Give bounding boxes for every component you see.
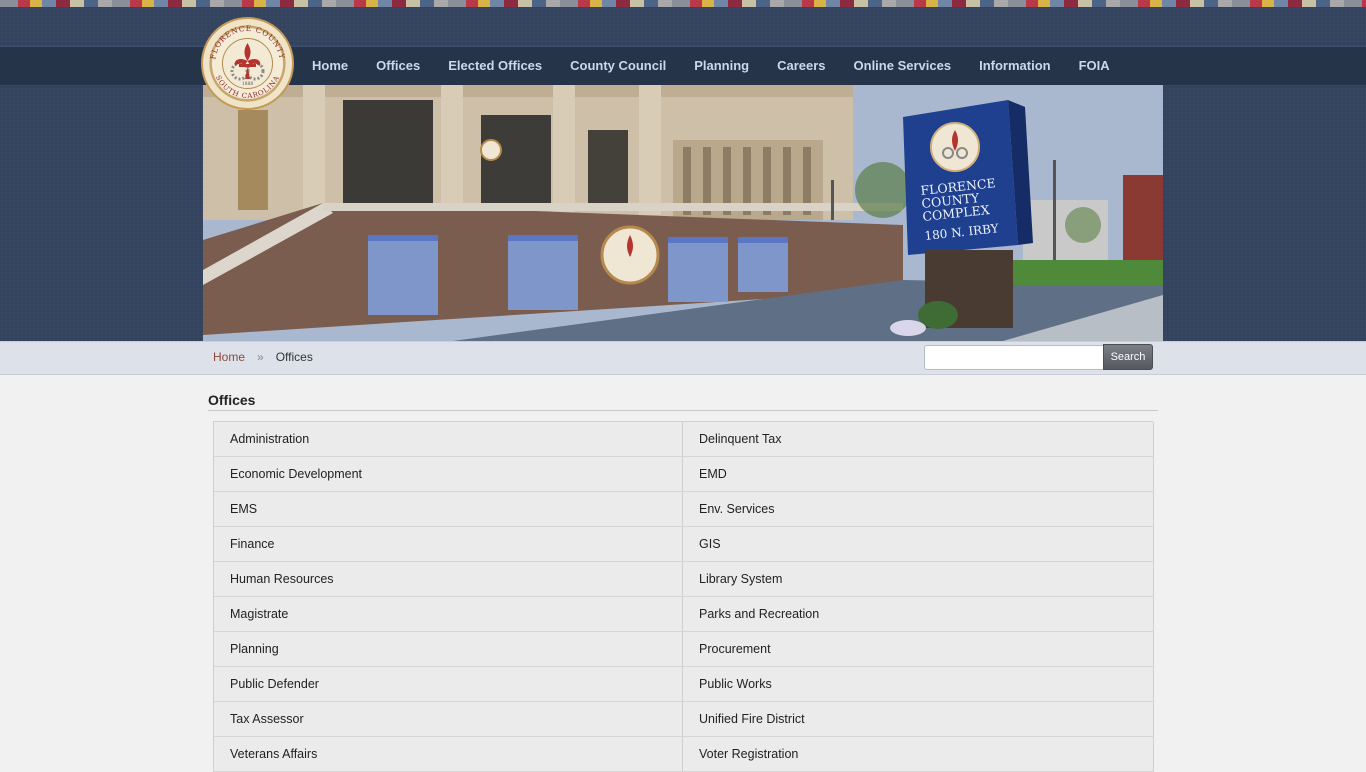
office-link[interactable]: EMS bbox=[214, 492, 683, 527]
nav-county-council[interactable]: County Council bbox=[556, 46, 680, 85]
office-link[interactable]: Public Works bbox=[683, 667, 1154, 702]
office-link[interactable]: EMD bbox=[683, 457, 1154, 492]
breadcrumb-bar bbox=[0, 341, 1366, 375]
nav-planning[interactable]: Planning bbox=[680, 46, 763, 85]
nav-elected-offices[interactable]: Elected Offices bbox=[434, 46, 556, 85]
office-link[interactable]: Env. Services bbox=[683, 492, 1154, 527]
county-seal-logo[interactable]: FLORENCE COUNTY SOUTH CAROLINA 1888 bbox=[201, 17, 294, 110]
office-link[interactable]: Tax Assessor bbox=[214, 702, 683, 737]
office-link[interactable]: Finance bbox=[214, 527, 683, 562]
decorative-top-strip bbox=[0, 0, 1366, 7]
breadcrumb-home-link[interactable]: Home bbox=[213, 350, 245, 364]
nav-foia[interactable]: FOIA bbox=[1065, 46, 1124, 85]
office-link[interactable]: GIS bbox=[683, 527, 1154, 562]
title-divider bbox=[208, 410, 1158, 411]
office-link[interactable]: Voter Registration bbox=[683, 737, 1154, 772]
office-link[interactable]: Magistrate bbox=[214, 597, 683, 632]
breadcrumb: Home » Offices bbox=[213, 350, 313, 364]
offices-grid: Administration Delinquent Tax Economic D… bbox=[213, 421, 1154, 772]
nav-offices[interactable]: Offices bbox=[362, 46, 434, 85]
office-link[interactable]: Economic Development bbox=[214, 457, 683, 492]
breadcrumb-separator: » bbox=[257, 350, 264, 364]
search-button[interactable]: Search bbox=[1103, 344, 1153, 370]
nav-careers[interactable]: Careers bbox=[763, 46, 839, 85]
nav-information[interactable]: Information bbox=[965, 46, 1065, 85]
nav-home[interactable]: Home bbox=[298, 46, 362, 85]
office-link[interactable]: Unified Fire District bbox=[683, 702, 1154, 737]
office-link[interactable]: Procurement bbox=[683, 632, 1154, 667]
office-link[interactable]: Parks and Recreation bbox=[683, 597, 1154, 632]
search-input[interactable] bbox=[924, 345, 1104, 370]
hero-banner-image: FLORENCE COUNTY COMPLEX 180 N. IRBY bbox=[203, 85, 1163, 341]
office-link[interactable]: Delinquent Tax bbox=[683, 422, 1154, 457]
main-nav: Home Offices Elected Offices County Coun… bbox=[298, 46, 1124, 85]
office-link[interactable]: Human Resources bbox=[214, 562, 683, 597]
office-link[interactable]: Library System bbox=[683, 562, 1154, 597]
seal-year: 1888 bbox=[242, 81, 254, 87]
office-link[interactable]: Planning bbox=[214, 632, 683, 667]
office-link[interactable]: Veterans Affairs bbox=[214, 737, 683, 772]
office-link[interactable]: Administration bbox=[214, 422, 683, 457]
office-link[interactable]: Public Defender bbox=[214, 667, 683, 702]
nav-online-services[interactable]: Online Services bbox=[840, 46, 966, 85]
page-title: Offices bbox=[208, 392, 256, 408]
breadcrumb-current: Offices bbox=[275, 350, 313, 364]
